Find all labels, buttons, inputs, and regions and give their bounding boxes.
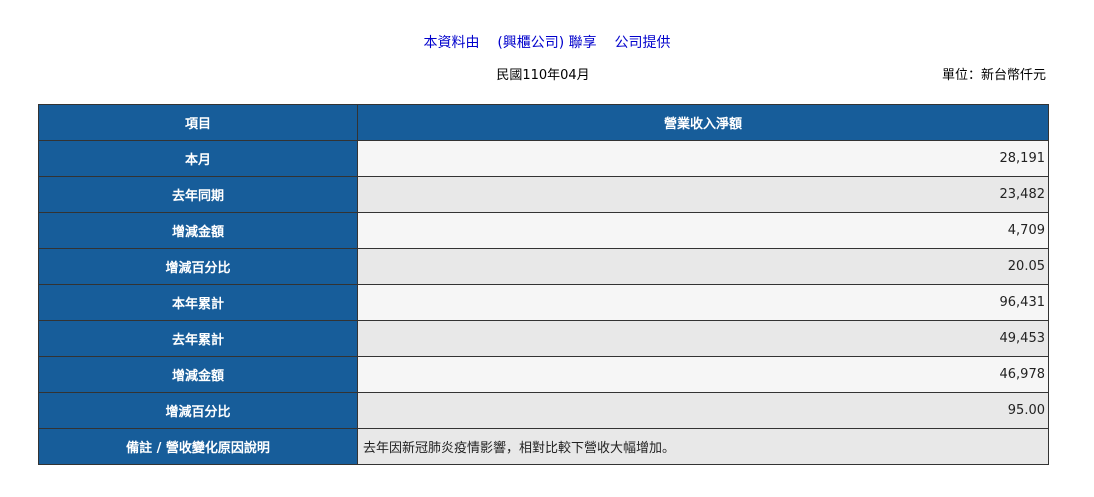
note-label: 備註 / 營收變化原因說明 (38, 428, 358, 465)
row-label: 增減百分比 (38, 392, 358, 429)
note-row: 備註 / 營收變化原因說明 去年因新冠肺炎疫情影響，相對比較下營收大幅增加。 (38, 428, 1049, 465)
row-label: 去年同期 (38, 176, 358, 213)
row-value: 23,482 (357, 176, 1049, 213)
table-row: 本年累計 96,431 (38, 284, 1049, 321)
row-label: 增減金額 (38, 356, 358, 393)
revenue-table: 項目 營業收入淨額 本月 28,191 去年同期 23,482 增減金額 4,7… (38, 104, 1049, 465)
row-value: 95.00 (357, 392, 1049, 429)
table-row: 去年累計 49,453 (38, 320, 1049, 357)
row-value: 46,978 (357, 356, 1049, 393)
row-value: 28,191 (357, 140, 1049, 177)
row-label: 增減金額 (38, 212, 358, 249)
row-label: 本月 (38, 140, 358, 177)
source-prefix: 本資料由 (423, 35, 480, 51)
company-name: (興櫃公司) 聯享 (497, 35, 597, 51)
note-text: 去年因新冠肺炎疫情影響，相對比較下營收大幅增加。 (357, 428, 1049, 465)
table-row: 本月 28,191 (38, 140, 1049, 177)
period-label: 民國110年04月 (496, 68, 590, 83)
table-row: 增減百分比 95.00 (38, 392, 1049, 429)
table-row: 增減百分比 20.05 (38, 248, 1049, 285)
row-label: 去年累計 (38, 320, 358, 357)
row-label: 增減百分比 (38, 248, 358, 285)
source-line: 本資料由 (興櫃公司) 聯享 公司提供 (0, 32, 1094, 52)
row-value: 49,453 (357, 320, 1049, 357)
row-value: 20.05 (357, 248, 1049, 285)
table-row: 去年同期 23,482 (38, 176, 1049, 213)
table-header-row: 項目 營業收入淨額 (38, 104, 1049, 141)
row-value: 4,709 (357, 212, 1049, 249)
column-header-item: 項目 (38, 104, 358, 141)
sub-header: 民國110年04月 單位：新台幣仟元 (38, 64, 1048, 84)
source-suffix: 公司提供 (614, 35, 671, 51)
row-value: 96,431 (357, 284, 1049, 321)
row-label: 本年累計 (38, 284, 358, 321)
unit-label: 單位：新台幣仟元 (941, 68, 1046, 83)
table-row: 增減金額 4,709 (38, 212, 1049, 249)
column-header-revenue: 營業收入淨額 (357, 104, 1049, 141)
table-row: 增減金額 46,978 (38, 356, 1049, 393)
